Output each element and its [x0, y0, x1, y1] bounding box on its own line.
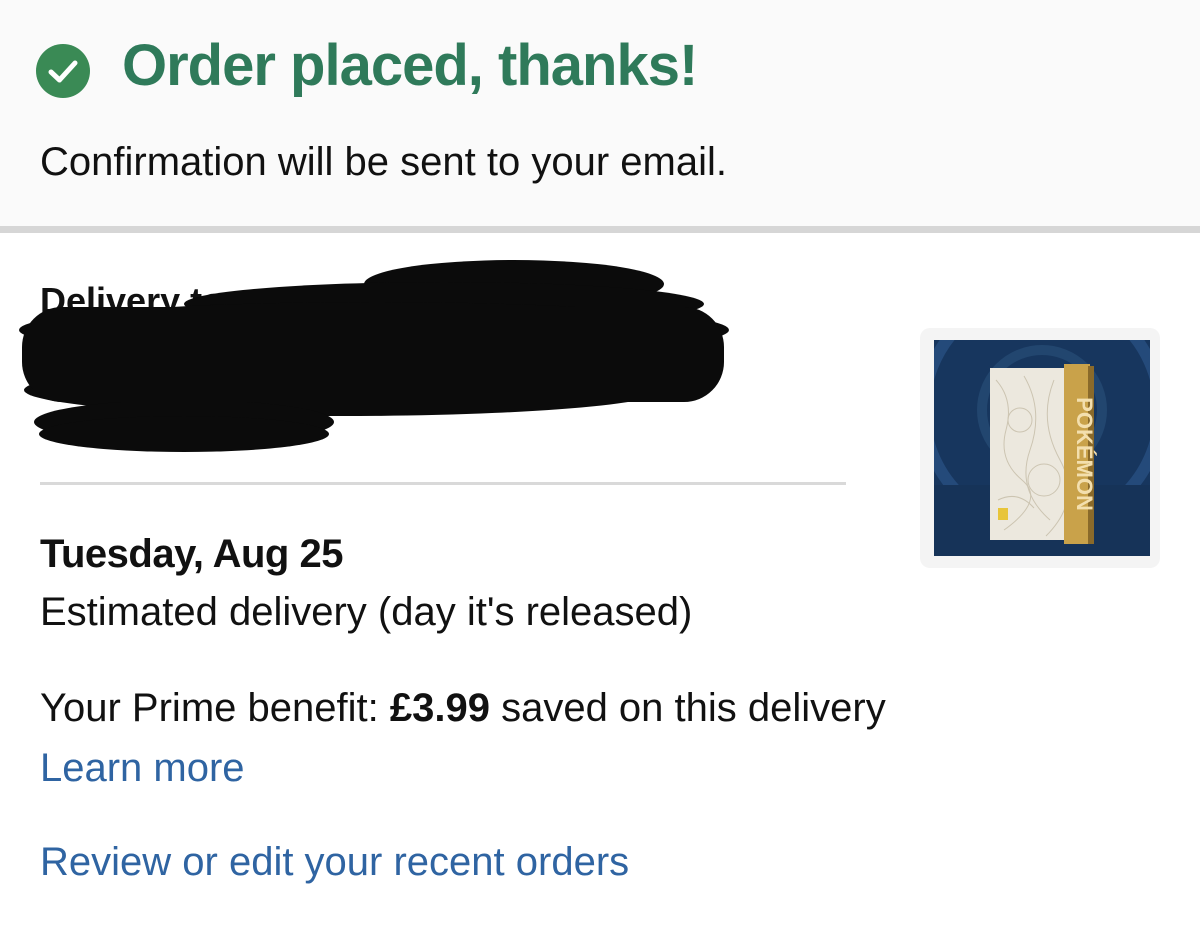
- confirmation-header: Order placed, thanks! Confirmation will …: [0, 0, 1200, 226]
- order-confirmation-title: Order placed, thanks!: [122, 32, 697, 99]
- section-divider: [0, 226, 1200, 233]
- delivery-estimate-note: Estimated delivery (day it's released): [40, 590, 692, 635]
- delivery-date: Tuesday, Aug 25: [40, 532, 343, 577]
- check-circle-icon: [36, 44, 90, 98]
- prime-benefit-prefix: Your Prime benefit:: [40, 686, 379, 730]
- review-orders-link[interactable]: Review or edit your recent orders: [40, 840, 629, 885]
- learn-more-link[interactable]: Learn more: [40, 746, 245, 791]
- confirmation-email-note: Confirmation will be sent to your email.: [40, 140, 727, 185]
- product-thumbnail[interactable]: POKÉMON: [934, 340, 1150, 556]
- redaction-scribble: [14, 252, 734, 462]
- prime-savings-amount: £3.99: [390, 686, 490, 730]
- prime-benefit-suffix: saved on this delivery: [501, 686, 886, 730]
- prime-benefit-line: Your Prime benefit: £3.99 saved on this …: [40, 686, 886, 731]
- product-spine-text: POKÉMON: [1072, 397, 1097, 511]
- delivery-divider: [40, 482, 846, 485]
